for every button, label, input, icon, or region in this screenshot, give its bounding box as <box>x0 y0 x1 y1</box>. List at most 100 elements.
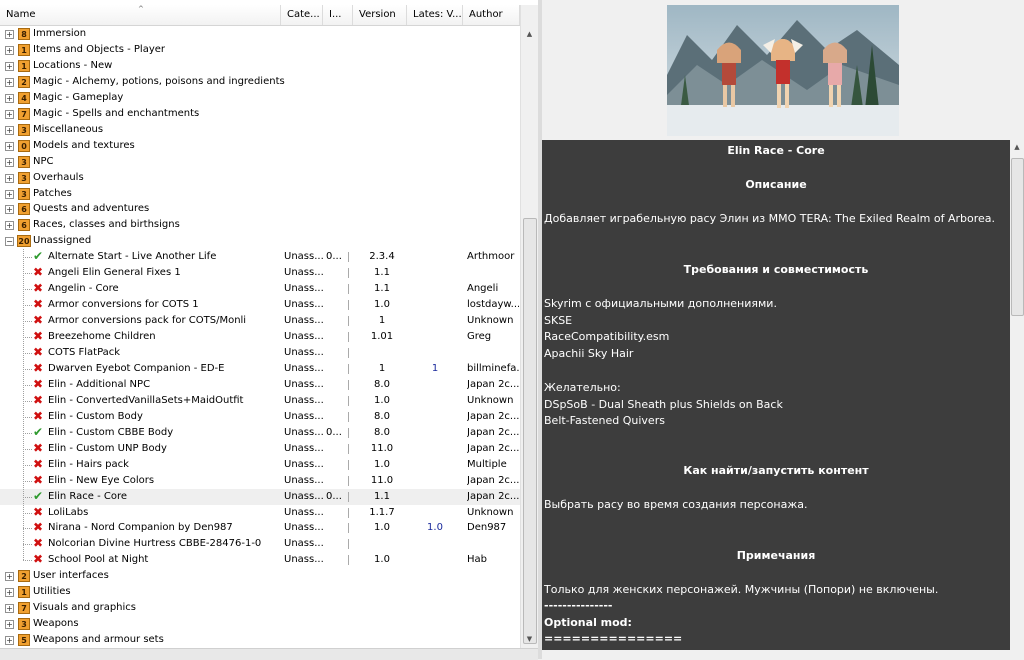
tree-connector <box>23 257 32 259</box>
mod-installed <box>326 281 348 297</box>
expand-icon[interactable]: + <box>5 141 14 151</box>
expand-icon[interactable]: + <box>5 45 14 55</box>
collapse-icon[interactable]: − <box>5 237 14 247</box>
mod-row[interactable]: ✔ Elin - Custom CBBE Body Unass... 0... 8.0 J… <box>0 425 520 441</box>
expand-icon[interactable]: + <box>5 588 14 598</box>
mod-row[interactable]: ✖ COTS FlatPack Unass... <box>0 345 520 361</box>
mod-category: Unass... <box>284 506 324 518</box>
category-name: Races, classes and birthsigns <box>33 219 180 231</box>
category-row[interactable]: +3 Patches <box>0 186 520 202</box>
error-icon: ✖ <box>33 408 44 423</box>
expand-icon[interactable]: + <box>5 205 14 215</box>
expand-icon[interactable]: + <box>5 572 14 582</box>
scroll-up-button[interactable]: ▲ <box>522 27 537 42</box>
mod-latest-version <box>410 409 460 425</box>
category-count-badge: 3 <box>18 155 30 168</box>
mod-row[interactable]: ✖ Elin - New Eye Colors Unass... 11.0 Japan … <box>0 473 520 489</box>
expand-icon[interactable]: + <box>5 77 14 87</box>
mod-row[interactable]: ✔ Elin Race - Core Unass... 0... 1.1 Japan 2c… <box>0 488 520 505</box>
tree-connector <box>23 289 32 291</box>
description-scrollbar[interactable]: ▲ <box>1010 140 1024 659</box>
category-row[interactable]: +1 Utilities <box>0 584 520 600</box>
mod-row[interactable]: ✖ Dwarven Eyebot Companion - ED-E Unass...… <box>0 361 520 377</box>
category-row[interactable]: +0 Models and textures <box>0 138 520 154</box>
mod-latest-version: 1.0 <box>427 522 443 534</box>
mod-list-pane: Name ^ Cate... I... Version Lates: V... … <box>0 0 538 660</box>
error-icon: ✖ <box>33 536 44 551</box>
category-name: User interfaces <box>33 570 109 582</box>
tree-connector <box>23 416 32 418</box>
category-row[interactable]: +7 Magic - Spells and enchantments <box>0 106 520 122</box>
expand-icon[interactable]: + <box>5 109 14 119</box>
priority-tick <box>348 523 349 534</box>
category-row[interactable]: +8 Immersion <box>0 26 520 42</box>
expand-icon[interactable]: + <box>5 604 14 614</box>
mod-row[interactable]: ✖ Armor conversions pack for COTS/Monli Un… <box>0 313 520 329</box>
expand-icon[interactable]: + <box>5 125 14 135</box>
mod-name: Angeli Elin General Fixes 1 <box>48 267 181 279</box>
column-latest-version-header[interactable]: Lates: V... <box>407 5 463 25</box>
mod-latest-version <box>410 536 460 552</box>
mod-version: 1 <box>378 362 386 374</box>
column-author-header[interactable]: Author <box>463 5 520 25</box>
expand-icon[interactable]: + <box>5 221 14 231</box>
expand-icon[interactable]: + <box>5 620 14 630</box>
column-category-header[interactable]: Cate... <box>281 5 323 25</box>
error-icon: ✖ <box>33 472 44 487</box>
category-row[interactable]: +2 Magic - Alchemy, potions, poisons and … <box>0 74 520 90</box>
category-row[interactable]: +7 Visuals and graphics <box>0 600 520 616</box>
category-row[interactable]: +5 Weapons and armour sets <box>0 632 520 648</box>
horizontal-scrollbar[interactable] <box>0 648 538 660</box>
category-name: Magic - Alchemy, potions, poisons and in… <box>33 75 285 87</box>
mod-row[interactable]: ✖ Elin - ConvertedVanillaSets+MaidOutfit U… <box>0 393 520 409</box>
category-row[interactable]: +6 Races, classes and birthsigns <box>0 217 520 233</box>
tree-connector <box>23 305 32 307</box>
scroll-down-button[interactable]: ▼ <box>522 632 537 647</box>
tree-connector <box>23 384 32 386</box>
vertical-scrollbar[interactable]: ▲ ▼ <box>520 5 538 648</box>
category-row[interactable]: +3 NPC <box>0 154 520 170</box>
column-version-header[interactable]: Version <box>353 5 407 25</box>
expand-icon[interactable]: + <box>5 189 14 199</box>
category-row[interactable]: +3 Weapons <box>0 616 520 632</box>
mod-row[interactable]: ✖ Angeli Elin General Fixes 1 Unass... 1.1 <box>0 265 520 281</box>
mod-category: Unass... <box>284 538 324 550</box>
category-row[interactable]: +3 Overhauls <box>0 170 520 186</box>
priority-tick <box>348 443 349 454</box>
category-row[interactable]: +1 Locations - New <box>0 58 520 74</box>
category-row[interactable]: +2 User interfaces <box>0 568 520 584</box>
category-row[interactable]: +1 Items and Objects - Player <box>0 42 520 58</box>
mod-row[interactable]: ✖ Nirana - Nord Companion by Den987 Unass.… <box>0 520 520 536</box>
error-icon: ✖ <box>33 440 44 455</box>
expand-icon[interactable]: + <box>5 636 14 646</box>
expand-icon[interactable]: + <box>5 61 14 71</box>
expand-icon[interactable]: + <box>5 30 14 39</box>
mod-row[interactable]: ✖ LoliLabs Unass... 1.1.7 Unknown <box>0 505 520 521</box>
mod-row[interactable]: ✖ Angelin - Core Unass... 1.1 Angeli <box>0 281 520 297</box>
mod-row[interactable]: ✖ Elin - Custom UNP Body Unass... 11.0 Japan… <box>0 441 520 457</box>
expand-icon[interactable]: + <box>5 157 14 167</box>
category-row[interactable]: −20 Unassigned <box>0 233 520 249</box>
priority-tick <box>348 411 349 422</box>
mod-row[interactable]: ✖ Nolcorian Divine Hurtress CBBE-28476-1-… <box>0 536 520 552</box>
description-scroll-up-button[interactable]: ▲ <box>1010 140 1024 155</box>
mod-version <box>362 536 402 552</box>
mod-row[interactable]: ✖ Armor conversions for COTS 1 Unass... 1.0… <box>0 297 520 313</box>
mod-row[interactable]: ✖ Elin - Hairs pack Unass... 1.0 Multiple <box>0 457 520 473</box>
expand-icon[interactable]: + <box>5 93 14 103</box>
category-row[interactable]: +6 Quests and adventures <box>0 201 520 217</box>
category-name: Visuals and graphics <box>33 602 136 614</box>
column-installed-header[interactable]: I... <box>323 5 353 25</box>
category-row[interactable]: +4 Magic - Gameplay <box>0 90 520 106</box>
mod-installed <box>326 345 348 361</box>
category-row[interactable]: +3 Miscellaneous <box>0 122 520 138</box>
mod-row[interactable]: ✖ Elin - Additional NPC Unass... 8.0 Japan 2… <box>0 377 520 393</box>
mod-row[interactable]: ✖ Elin - Custom Body Unass... 8.0 Japan 2c..… <box>0 409 520 425</box>
mod-row[interactable]: ✖ School Pool at Night Unass... 1.0 Hab <box>0 552 520 568</box>
mod-name: Elin - ConvertedVanillaSets+MaidOutfit <box>48 394 244 406</box>
mod-row[interactable]: ✖ Breezehome Children Unass... 1.01 Greg <box>0 329 520 345</box>
mod-row[interactable]: ✔ Alternate Start - Live Another Life Unas… <box>0 249 520 265</box>
scroll-thumb[interactable] <box>523 218 537 644</box>
expand-icon[interactable]: + <box>5 173 14 183</box>
description-scroll-thumb[interactable] <box>1011 158 1024 316</box>
